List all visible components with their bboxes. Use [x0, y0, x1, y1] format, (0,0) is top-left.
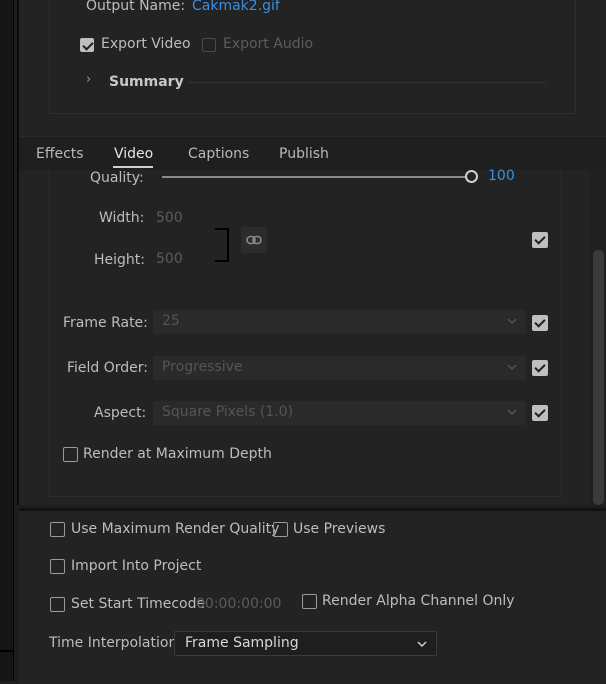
render-alpha-label: Render Alpha Channel Only [322, 593, 515, 609]
use-max-render-quality-label: Use Maximum Render Quality [71, 521, 280, 537]
render-alpha-checkbox[interactable] [302, 594, 317, 609]
quality-slider-track[interactable] [162, 176, 471, 178]
export-audio-label: Export Audio [223, 36, 314, 52]
active-tab-indicator [113, 166, 153, 168]
export-video-checkbox[interactable] [80, 38, 94, 52]
tab-video[interactable]: Video [114, 146, 153, 162]
time-interpolation-label: Time Interpolation: [49, 635, 183, 651]
frame-rate-value: 25 [162, 313, 180, 329]
summary-toggle[interactable]: Summary [109, 74, 184, 90]
aspect-value: Square Pixels (1.0) [162, 404, 294, 420]
link-icon [246, 235, 262, 245]
render-max-depth-checkbox[interactable] [63, 447, 78, 462]
export-audio-checkbox[interactable] [202, 38, 216, 52]
chevron-down-icon [417, 641, 427, 648]
left-edge [0, 0, 13, 681]
import-into-project-checkbox[interactable] [50, 559, 65, 574]
aspect-label: Aspect: [94, 405, 147, 421]
field-order-select[interactable]: Progressive [153, 356, 526, 380]
field-order-value: Progressive [162, 359, 243, 375]
use-previews-checkbox[interactable] [273, 522, 288, 537]
aspect-select[interactable]: Square Pixels (1.0) [153, 401, 526, 425]
left-divider [13, 0, 14, 681]
start-timecode-value[interactable]: 00:00:00:00 [196, 596, 281, 612]
constrain-proportions-button[interactable] [241, 227, 267, 253]
set-start-timecode-checkbox[interactable] [50, 597, 65, 612]
frame-rate-label: Frame Rate: [63, 315, 148, 331]
quality-slider-handle[interactable] [465, 170, 478, 183]
export-video-label: Export Video [101, 36, 191, 52]
chevron-down-icon [507, 409, 517, 416]
use-max-render-quality-checkbox[interactable] [50, 522, 65, 537]
left-edge-mark [0, 650, 13, 652]
chevron-down-icon [507, 318, 517, 325]
width-value[interactable]: 500 [156, 210, 183, 226]
frame-rate-select[interactable]: 25 [153, 310, 526, 334]
tab-effects[interactable]: Effects [36, 146, 84, 162]
tab-captions[interactable]: Captions [188, 146, 249, 162]
use-previews-label: Use Previews [293, 521, 386, 537]
time-interpolation-value: Frame Sampling [185, 635, 299, 651]
aspect-link-bracket [215, 228, 229, 262]
output-name-link[interactable]: Cakmak2.gif [192, 0, 280, 14]
output-name-label: Output Name: [86, 0, 186, 14]
import-into-project-label: Import Into Project [71, 558, 202, 574]
height-label: Height: [94, 252, 145, 268]
render-max-depth-label: Render at Maximum Depth [83, 446, 272, 462]
time-interpolation-select[interactable]: Frame Sampling [174, 631, 437, 656]
output-group [49, 0, 576, 114]
frame-rate-match-checkbox[interactable] [532, 315, 548, 331]
width-label: Width: [99, 210, 145, 226]
quality-value[interactable]: 100 [488, 168, 515, 184]
tab-publish[interactable]: Publish [279, 146, 329, 162]
field-order-label: Field Order: [67, 360, 149, 376]
scrollbar-thumb[interactable] [593, 250, 604, 505]
height-value[interactable]: 500 [156, 251, 183, 267]
chevron-down-icon [507, 364, 517, 371]
set-start-timecode-label: Set Start Timecode [71, 596, 206, 612]
field-order-match-checkbox[interactable] [532, 360, 548, 376]
aspect-match-checkbox[interactable] [532, 405, 548, 421]
size-match-source-checkbox[interactable] [532, 232, 548, 248]
summary-divider [188, 82, 546, 83]
chevron-right-icon[interactable]: › [86, 72, 91, 87]
quality-label: Quality: [90, 170, 144, 186]
